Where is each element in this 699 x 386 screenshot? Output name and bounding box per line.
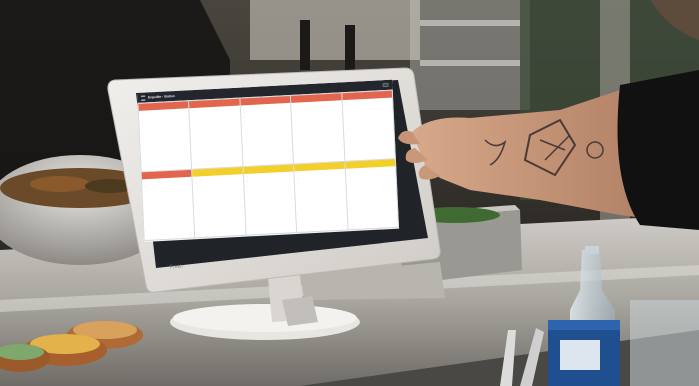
- order-ticket[interactable]: [243, 164, 297, 235]
- menu-icon[interactable]: [141, 95, 146, 101]
- ticket-column: [189, 98, 246, 238]
- station-label: Expedite - Station: [148, 94, 175, 100]
- header-action-button[interactable]: [382, 83, 389, 87]
- order-ticket[interactable]: [192, 167, 246, 238]
- order-ticket[interactable]: [291, 93, 345, 164]
- ticket-column: [341, 90, 399, 230]
- ticket-column: [138, 101, 195, 240]
- order-ticket[interactable]: [189, 98, 243, 169]
- order-ticket[interactable]: [240, 95, 294, 167]
- ticket-column: [240, 95, 297, 235]
- ticket-column: [291, 93, 348, 232]
- kds-screen: Expedite - Station: [137, 79, 400, 242]
- device-logo: Fresh: [169, 263, 183, 271]
- order-ticket[interactable]: [141, 169, 195, 240]
- order-ticket[interactable]: [341, 90, 395, 161]
- order-ticket[interactable]: [138, 101, 192, 172]
- order-ticket[interactable]: [345, 159, 399, 230]
- photo-scene: Expedite - Station Fresh: [0, 0, 699, 386]
- ticket-grid: [137, 89, 400, 242]
- order-ticket[interactable]: [294, 161, 348, 232]
